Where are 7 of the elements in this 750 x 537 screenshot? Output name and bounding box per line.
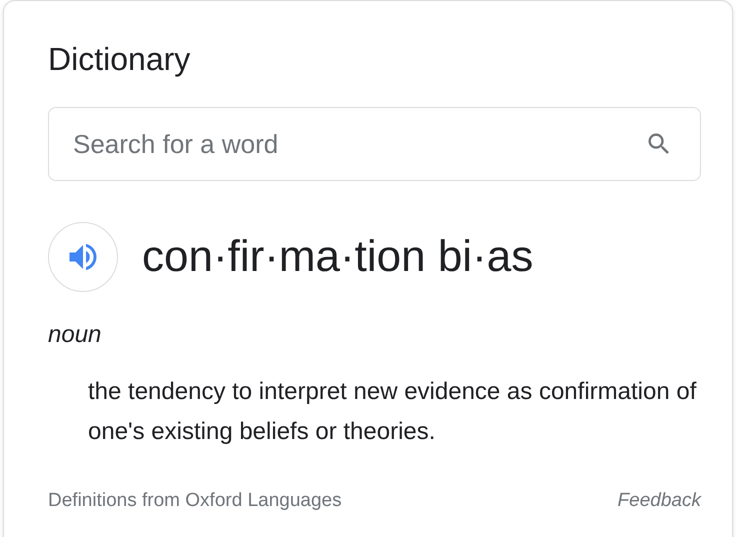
card-title: Dictionary (48, 40, 190, 79)
part-of-speech: noun (48, 320, 102, 350)
search-field[interactable]: Search for a word (48, 107, 701, 181)
feedback-link[interactable]: Feedback (618, 489, 701, 513)
definition: the tendency to interpret new evidence as confirmation of one's existing beliefs or theories. (88, 377, 698, 447)
headword: con·fir·ma·tion bi·as (142, 231, 534, 283)
source-credit: Definitions from Oxford Languages (48, 489, 342, 513)
